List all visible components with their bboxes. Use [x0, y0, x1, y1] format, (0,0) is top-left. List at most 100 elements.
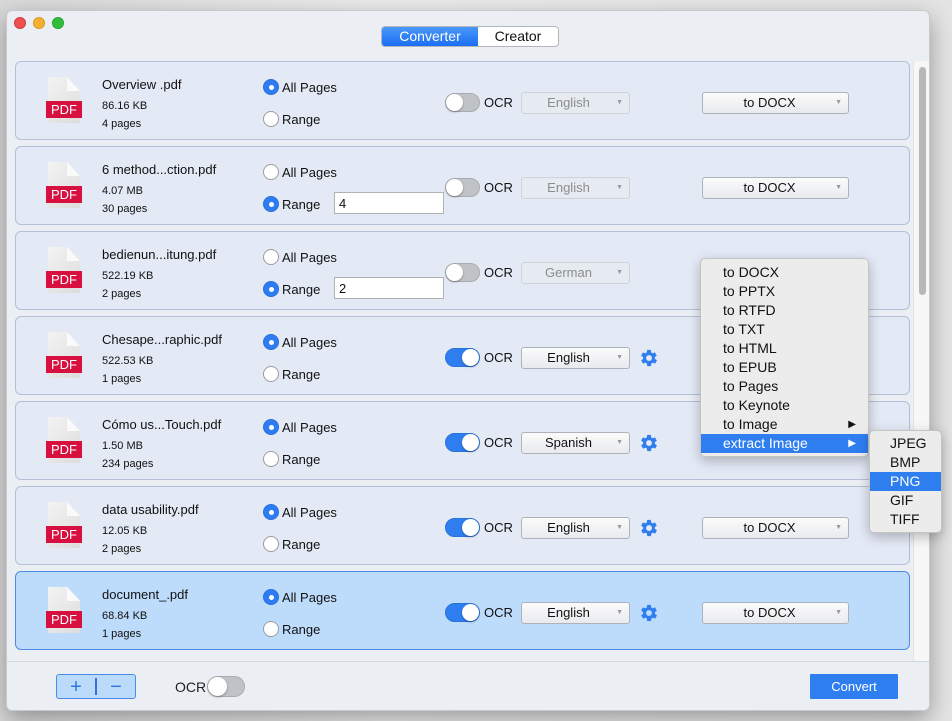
ocr-settings-gear-icon[interactable] [638, 517, 660, 539]
output-format-select[interactable]: to DOCX ▼ [702, 177, 849, 199]
ocr-language-select[interactable]: English ▼ [521, 517, 630, 539]
range-radio[interactable]: Range [263, 196, 320, 212]
remove-file-button[interactable]: − [97, 676, 135, 698]
zoom-window-button[interactable] [52, 17, 64, 29]
format-menu-item[interactable]: to TXT [701, 320, 868, 339]
ocr-toggle[interactable] [445, 518, 480, 537]
range-radio[interactable]: Range [263, 451, 320, 467]
dropdown-arrow-icon: ▼ [835, 609, 842, 616]
range-radio[interactable]: Range [263, 281, 320, 297]
range-label: Range [282, 281, 321, 297]
pdf-file-icon: PDF [46, 332, 82, 378]
file-row[interactable]: PDF Overview .pdf 86.16 KB 4 pages All P… [15, 61, 910, 140]
menu-item-label: to Pages [723, 378, 779, 394]
add-file-button[interactable]: + [57, 676, 95, 698]
file-row[interactable]: PDF data usability.pdf 12.05 KB 2 pages … [15, 486, 910, 565]
all-pages-radio[interactable]: All Pages [263, 334, 337, 350]
format-menu-item[interactable]: to EPUB [701, 358, 868, 377]
convert-button[interactable]: Convert [810, 674, 898, 699]
ocr-settings-gear-icon[interactable] [638, 432, 660, 454]
format-menu-item[interactable]: extract Image ▶ [701, 434, 868, 453]
output-format-select[interactable]: to DOCX ▼ [702, 517, 849, 539]
menu-item-label: to EPUB [723, 359, 777, 375]
page-range-input[interactable] [334, 277, 444, 299]
format-menu-item[interactable]: to RTFD [701, 301, 868, 320]
range-label: Range [282, 111, 321, 127]
radio-indicator[interactable] [263, 281, 279, 297]
ocr-language-select[interactable]: German ▼ [521, 262, 630, 284]
radio-indicator[interactable] [263, 164, 279, 180]
global-ocr-toggle[interactable] [207, 676, 245, 697]
minimize-window-button[interactable] [33, 17, 45, 29]
image-format-menu-item[interactable]: PNG [870, 472, 941, 491]
language-value: German [545, 265, 592, 280]
ocr-toggle[interactable] [445, 263, 480, 282]
format-menu-item[interactable]: to HTML [701, 339, 868, 358]
dropdown-arrow-icon: ▼ [835, 524, 842, 531]
all-pages-radio[interactable]: All Pages [263, 164, 337, 180]
radio-indicator[interactable] [263, 504, 279, 520]
radio-indicator[interactable] [263, 419, 279, 435]
ocr-language-select[interactable]: English ▼ [521, 177, 630, 199]
range-label: Range [282, 366, 321, 382]
close-window-button[interactable] [14, 17, 26, 29]
output-format-select[interactable]: to DOCX ▼ [702, 602, 849, 624]
ocr-language-select[interactable]: Spanish ▼ [521, 432, 630, 454]
radio-indicator[interactable] [263, 334, 279, 350]
pdf-badge: PDF [46, 441, 82, 458]
pdf-file-icon: PDF [46, 502, 82, 548]
all-pages-radio[interactable]: All Pages [263, 504, 337, 520]
page-range-input[interactable] [334, 192, 444, 214]
ocr-toggle[interactable] [445, 93, 480, 112]
pdf-file-icon: PDF [46, 162, 82, 208]
all-pages-radio[interactable]: All Pages [263, 589, 337, 605]
vertical-scrollbar[interactable] [913, 61, 929, 666]
radio-indicator[interactable] [263, 111, 279, 127]
ocr-label: OCR [484, 265, 513, 280]
all-pages-radio[interactable]: All Pages [263, 419, 337, 435]
file-row[interactable]: PDF 6 method...ction.pdf 4.07 MB 30 page… [15, 146, 910, 225]
radio-indicator[interactable] [263, 366, 279, 382]
radio-indicator[interactable] [263, 451, 279, 467]
format-menu-item[interactable]: to PPTX [701, 282, 868, 301]
scrollbar-thumb[interactable] [919, 67, 926, 295]
all-pages-radio[interactable]: All Pages [263, 79, 337, 95]
radio-indicator[interactable] [263, 249, 279, 265]
file-size: 12.05 KB [102, 525, 148, 537]
output-format-select[interactable]: to DOCX ▼ [702, 92, 849, 114]
all-pages-radio[interactable]: All Pages [263, 249, 337, 265]
ocr-language-select[interactable]: English ▼ [521, 92, 630, 114]
ocr-language-select[interactable]: English ▼ [521, 347, 630, 369]
ocr-settings-gear-icon[interactable] [638, 347, 660, 369]
range-radio[interactable]: Range [263, 536, 320, 552]
ocr-toggle[interactable] [445, 178, 480, 197]
format-menu-item[interactable]: to Image ▶ [701, 415, 868, 434]
ocr-settings-gear-icon[interactable] [638, 602, 660, 624]
menu-item-label: to DOCX [723, 264, 780, 280]
ocr-toggle[interactable] [445, 603, 480, 622]
image-format-menu-item[interactable]: GIF [870, 491, 941, 510]
file-size: 522.53 KB [102, 355, 154, 367]
tab-creator[interactable]: Creator [478, 27, 558, 46]
file-row[interactable]: PDF document_.pdf 68.84 KB 1 pages All P… [15, 571, 910, 650]
tab-converter[interactable]: Converter [382, 27, 478, 46]
radio-indicator[interactable] [263, 621, 279, 637]
range-radio[interactable]: Range [263, 621, 320, 637]
image-format-menu-item[interactable]: TIFF [870, 510, 941, 529]
ocr-toggle[interactable] [445, 433, 480, 452]
radio-indicator[interactable] [263, 196, 279, 212]
image-format-menu-item[interactable]: JPEG [870, 434, 941, 453]
radio-indicator[interactable] [263, 79, 279, 95]
ocr-toggle[interactable] [445, 348, 480, 367]
toggle-knob [446, 179, 463, 196]
ocr-language-select[interactable]: English ▼ [521, 602, 630, 624]
file-page-count: 234 pages [102, 458, 154, 470]
image-format-menu-item[interactable]: BMP [870, 453, 941, 472]
format-menu-item[interactable]: to Pages [701, 377, 868, 396]
radio-indicator[interactable] [263, 536, 279, 552]
radio-indicator[interactable] [263, 589, 279, 605]
range-radio[interactable]: Range [263, 366, 320, 382]
range-radio[interactable]: Range [263, 111, 320, 127]
format-menu-item[interactable]: to DOCX [701, 263, 868, 282]
format-menu-item[interactable]: to Keynote [701, 396, 868, 415]
